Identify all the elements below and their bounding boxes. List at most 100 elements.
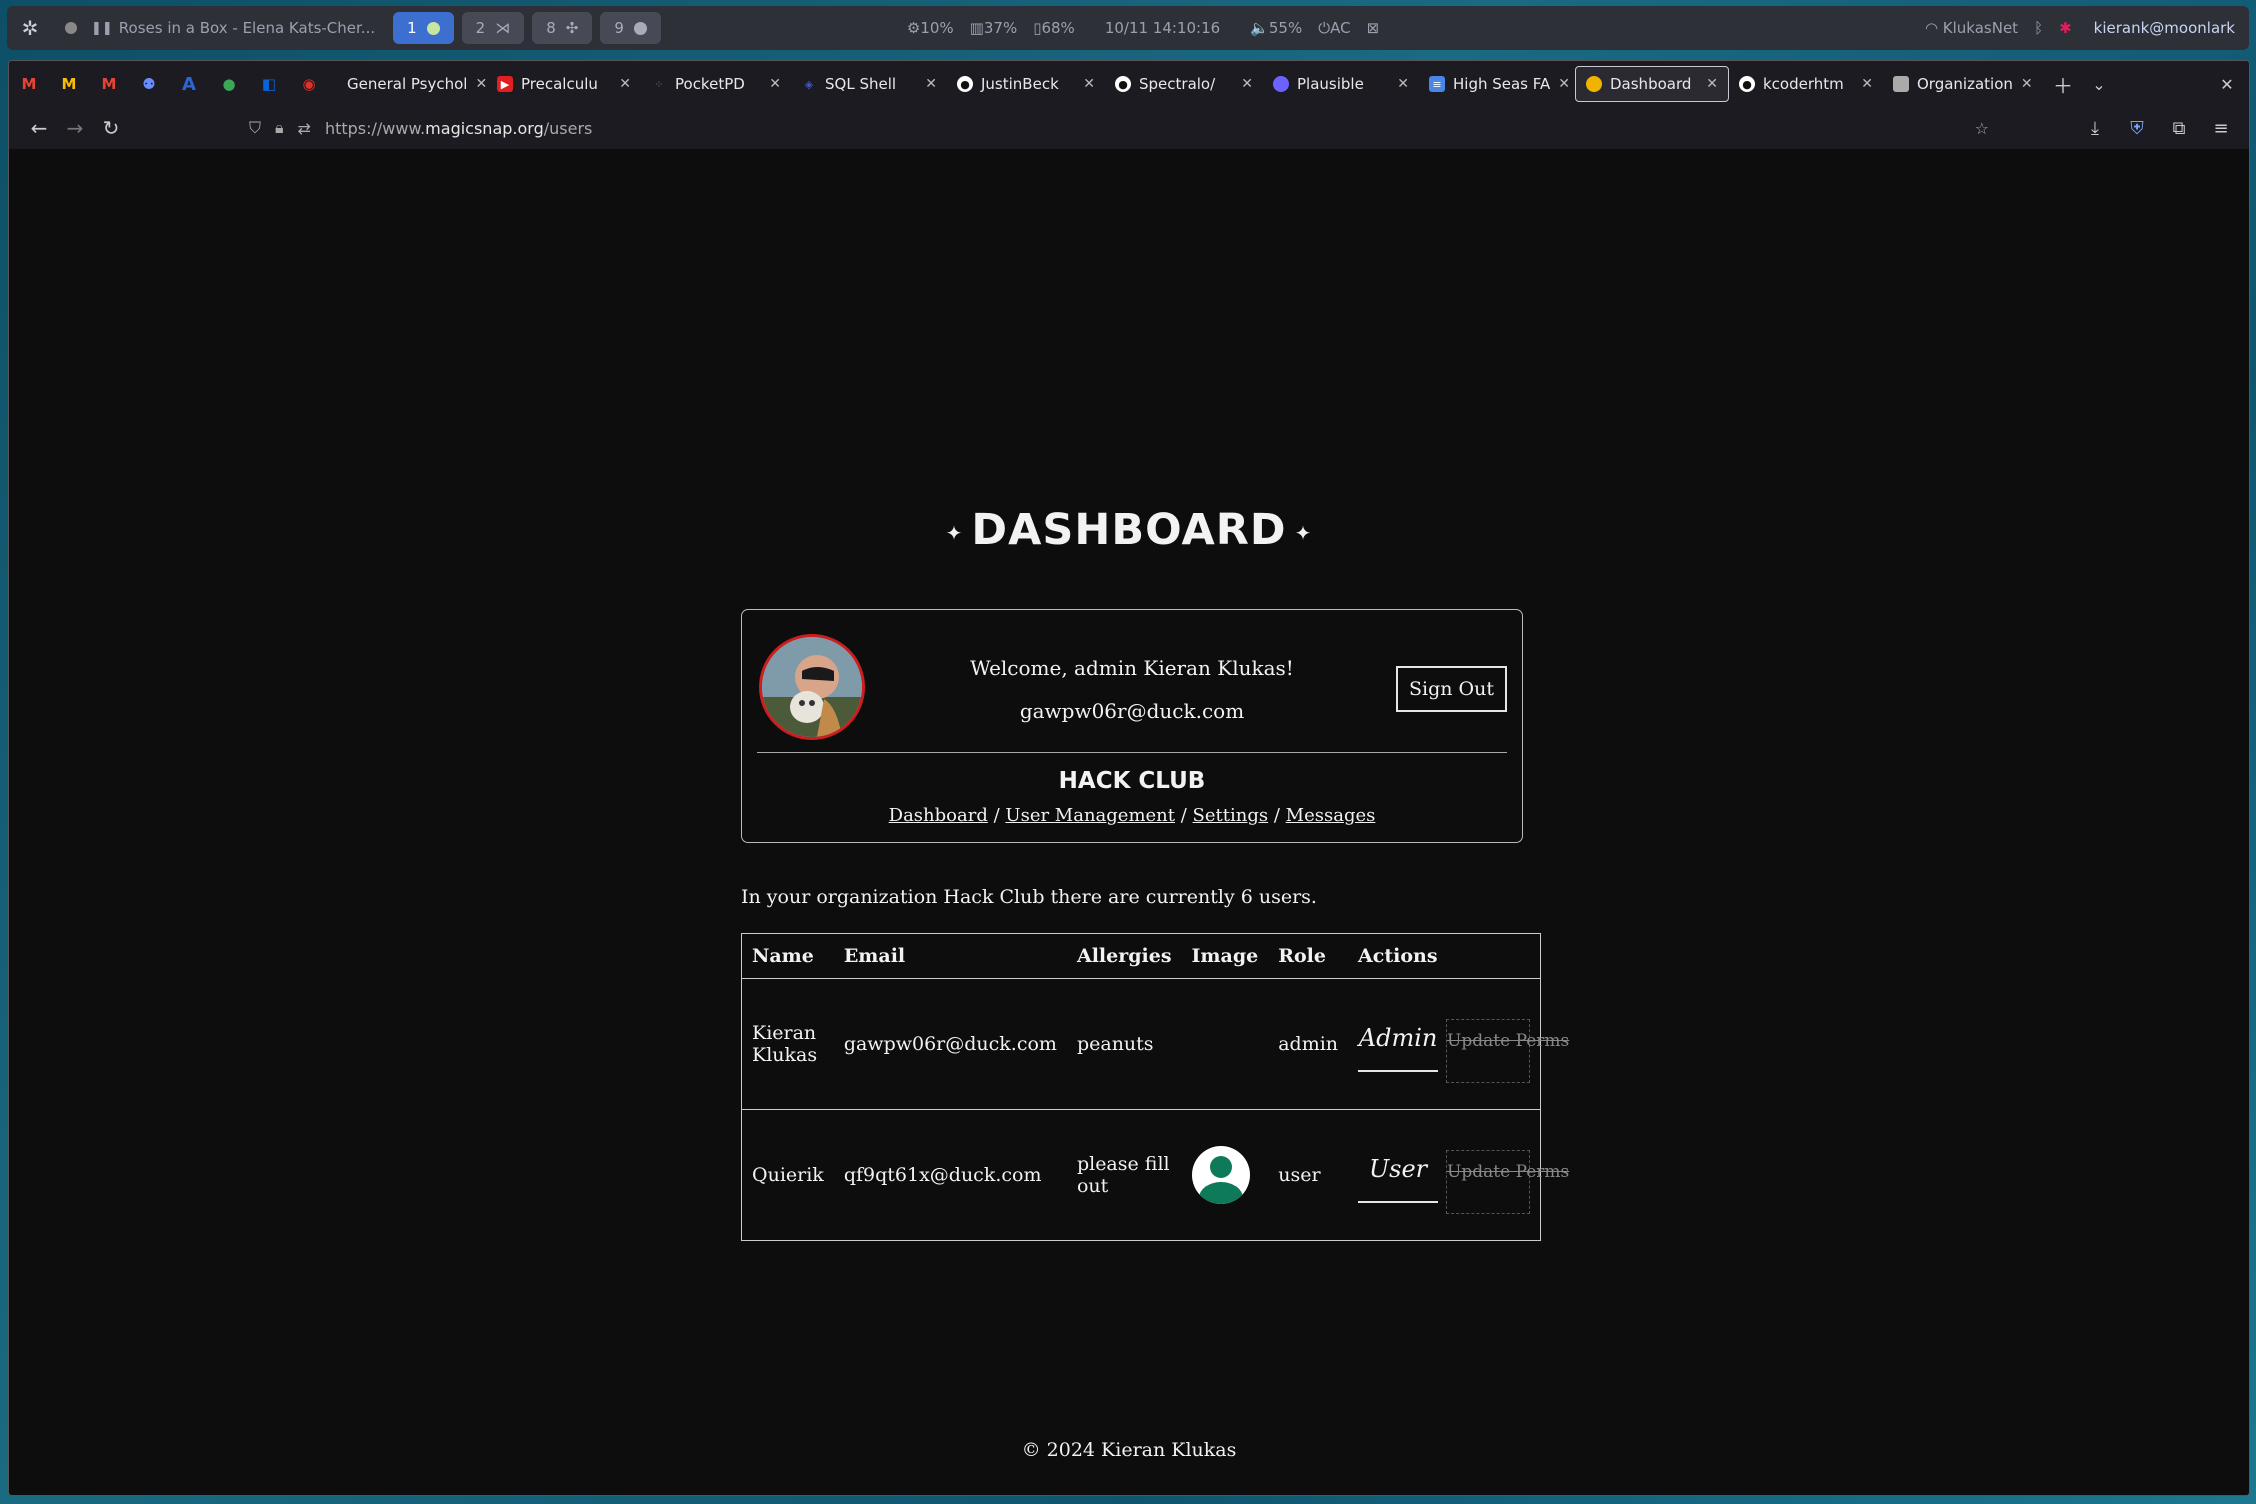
- network-indicator[interactable]: ◠ KlukasNet: [1925, 19, 2018, 37]
- nav-link-dashboard[interactable]: Dashboard: [889, 805, 988, 826]
- permissions-icon[interactable]: ⇄: [298, 119, 311, 138]
- workspace-2[interactable]: 2 ⋊: [461, 12, 525, 44]
- sign-out-button[interactable]: Sign Out: [1396, 666, 1507, 712]
- close-icon[interactable]: ✕: [619, 76, 631, 92]
- tab-justinbeck[interactable]: ● JustinBeck ✕: [947, 66, 1105, 102]
- nav-link-settings[interactable]: Settings: [1193, 805, 1269, 826]
- tab-dashboard[interactable]: Dashboard ✕: [1575, 66, 1729, 102]
- volume-indicator[interactable]: 🔈55%: [1250, 19, 1302, 37]
- table-row: Kieran Klukas gawpw06r@duck.com peanuts …: [741, 978, 1569, 1110]
- bluetooth-icon[interactable]: ᛒ: [2034, 19, 2043, 37]
- close-icon[interactable]: ✕: [925, 76, 937, 92]
- cell-email: gawpw06r@duck.com: [833, 978, 1067, 1110]
- tab-list-chevron-icon[interactable]: ⌄: [2081, 66, 2117, 102]
- tab-pocketpd[interactable]: ⁘ PocketPD ✕: [641, 66, 791, 102]
- workspace-app-icon: [426, 21, 440, 35]
- lock-icon[interactable]: 🔒︎: [275, 118, 284, 138]
- close-icon[interactable]: ✕: [1706, 76, 1718, 92]
- pinned-tab-red[interactable]: ◉: [289, 61, 329, 107]
- pinned-tab-gmail[interactable]: M: [9, 61, 49, 107]
- nav-link-user-management[interactable]: User Management: [1005, 805, 1175, 826]
- role-select-button[interactable]: Admin: [1358, 1006, 1439, 1072]
- tab-plausible[interactable]: Plausible ✕: [1263, 66, 1419, 102]
- close-window-icon[interactable]: ✕: [2209, 66, 2245, 102]
- notifications-off-icon[interactable]: ⊠: [1367, 19, 1380, 37]
- tab-icon: ◈: [804, 77, 814, 91]
- user-email: gawpw06r@duck.com: [1019, 699, 1245, 723]
- update-perms-button[interactable]: Update Perms: [1446, 1149, 1569, 1214]
- pinned-tab-leaf[interactable]: ●: [209, 61, 249, 107]
- new-tab-icon[interactable]: ＋: [2045, 66, 2081, 102]
- media-pause-icon[interactable]: ❚❚: [91, 21, 113, 36]
- cell-name: Quierik: [741, 1109, 834, 1241]
- slack-icon[interactable]: ✱: [2059, 19, 2072, 37]
- tab-kcoderhtm[interactable]: ● kcoderhtm ✕: [1729, 66, 1883, 102]
- plausible-icon: [1273, 76, 1289, 92]
- forward-icon[interactable]: →: [57, 110, 93, 146]
- nav-link-messages[interactable]: Messages: [1286, 805, 1376, 826]
- pinned-tab-a[interactable]: A: [169, 61, 209, 107]
- tracking-shield-icon[interactable]: ⛉: [249, 118, 261, 138]
- media-title[interactable]: Roses in a Box - Elena Kats-Cher...: [119, 19, 375, 37]
- column-header-allergies: Allergies: [1066, 933, 1182, 979]
- cell-role: user: [1268, 1109, 1349, 1241]
- pinned-tab-gmail-3[interactable]: M: [89, 61, 129, 107]
- menu-icon[interactable]: ≡: [2203, 110, 2239, 146]
- reload-icon[interactable]: ↻: [93, 110, 129, 146]
- cell-allergies: peanuts: [1066, 978, 1182, 1110]
- close-icon[interactable]: ✕: [1083, 76, 1095, 92]
- close-icon[interactable]: ✕: [1861, 76, 1873, 92]
- github-icon: ●: [1739, 76, 1755, 92]
- workspace-8[interactable]: 8 ✣: [532, 12, 593, 44]
- avatar-photo: [762, 637, 862, 737]
- close-icon[interactable]: ✕: [1558, 76, 1570, 92]
- sparkle-icon: ✦: [945, 520, 964, 545]
- sparkle-icon: ✦: [1294, 520, 1313, 545]
- users-table: Name Email Allergies Image Role Actions …: [741, 933, 1569, 1241]
- tab-bar: M M M ⚉ A ● ◧ ◉ General Psychol ✕ ▶ Preca…: [9, 61, 2249, 107]
- tab-general-psychology[interactable]: General Psychol ✕: [337, 66, 487, 102]
- bitwarden-icon[interactable]: ⛨: [2119, 110, 2155, 146]
- system-stats: ⚙10% ▥37% ▯68% 10/11 14:10:16 🔈55% ⏻AC ⊠: [907, 19, 1379, 37]
- close-icon[interactable]: ✕: [769, 76, 781, 92]
- pinned-tab-outlook[interactable]: ◧: [249, 61, 289, 107]
- app-icon: ✣: [565, 19, 579, 37]
- column-header-image: Image: [1181, 933, 1269, 979]
- profile-card: Welcome, admin Kieran Klukas! gawpw06r@d…: [741, 609, 1523, 843]
- tab-precalculus[interactable]: ▶ Precalculu ✕: [487, 66, 641, 102]
- url-text[interactable]: https://www.magicsnap.org/users: [325, 119, 592, 138]
- extensions-icon[interactable]: ⧉: [2161, 110, 2197, 146]
- cell-image: [1181, 1109, 1269, 1241]
- close-icon[interactable]: ✕: [1241, 76, 1253, 92]
- tab-high-seas[interactable]: ≡ High Seas FA ✕: [1419, 66, 1575, 102]
- role-select-button[interactable]: User: [1358, 1137, 1439, 1203]
- tab-spectralo[interactable]: ● Spectralo/✕: [1105, 66, 1263, 102]
- system-menu-icon[interactable]: ✲: [17, 15, 43, 41]
- column-header-actions: Actions: [1348, 933, 1541, 979]
- workspace-9[interactable]: 9: [600, 12, 661, 44]
- app-icon: [633, 21, 647, 35]
- pinned-tab-teams[interactable]: ⚉: [129, 61, 169, 107]
- navigation-bar: ← → ↻ ⛉ 🔒︎ ⇄ https://www.magicsnap.org/u…: [9, 107, 2249, 149]
- battery-indicator: ▯68%: [1033, 19, 1075, 37]
- table-row: Quierik qf9qt61x@duck.com please fill ou…: [741, 1109, 1569, 1241]
- update-perms-button[interactable]: Update Perms: [1446, 1018, 1569, 1083]
- bookmark-star-icon[interactable]: ☆: [1975, 119, 1989, 138]
- url-bar[interactable]: ⛉ 🔒︎ ⇄ https://www.magicsnap.org/users ☆: [249, 111, 1989, 145]
- workspace-1[interactable]: 1: [393, 12, 454, 44]
- cell-actions: User Update Perms: [1348, 1109, 1569, 1241]
- memory-indicator: ▥37%: [969, 19, 1018, 37]
- youtube-icon: ▶: [497, 76, 513, 92]
- tab-organization[interactable]: Organization ✕: [1883, 66, 2041, 102]
- close-icon[interactable]: ✕: [2021, 76, 2033, 92]
- close-icon[interactable]: ✕: [1397, 76, 1409, 92]
- cell-allergies: please fill out: [1066, 1109, 1182, 1241]
- downloads-icon[interactable]: ⤓: [2077, 110, 2113, 146]
- tab-sql-shell[interactable]: ◈ SQL Shell ✕: [791, 66, 947, 102]
- close-icon[interactable]: ✕: [475, 76, 487, 92]
- back-icon[interactable]: ←: [21, 110, 57, 146]
- tab-icon: [1893, 76, 1909, 92]
- browser-window: M M M ⚉ A ● ◧ ◉ General Psychol ✕ ▶ Preca…: [8, 60, 2250, 1496]
- cpu-indicator: ⚙10%: [906, 19, 954, 37]
- pinned-tab-gmail-2[interactable]: M: [49, 61, 89, 107]
